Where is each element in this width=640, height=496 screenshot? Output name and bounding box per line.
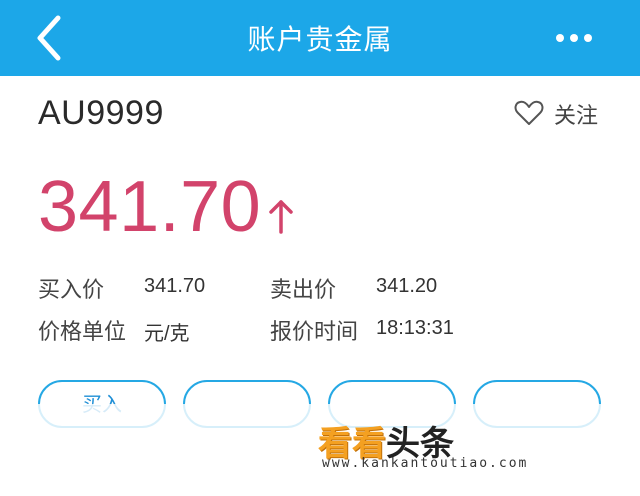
sell-price-value: 341.20 — [376, 275, 438, 297]
quote-time-value: 18:13:31 — [376, 317, 454, 339]
buy-price-value: 341.70 — [144, 275, 206, 297]
more-button[interactable] — [544, 22, 604, 54]
heart-outline-icon — [514, 100, 544, 125]
sell-price-label: 卖出价 — [270, 278, 337, 303]
price-unit-value: 元/克 — [144, 323, 190, 345]
follow-label: 关注 — [554, 104, 599, 129]
price-unit-label: 价格单位 — [38, 320, 127, 345]
current-price: 341.70 — [38, 167, 262, 247]
quote-time-label: 报价时间 — [270, 320, 359, 345]
arrow-up-icon — [269, 200, 293, 234]
more-horizontal-icon — [556, 34, 592, 42]
watermark-url: www.kankantoutiao.com — [322, 456, 529, 471]
instrument-symbol: AU9999 — [38, 94, 164, 132]
nav-bar: 账户贵金属 — [0, 0, 640, 76]
buy-price-label: 买入价 — [38, 278, 105, 303]
